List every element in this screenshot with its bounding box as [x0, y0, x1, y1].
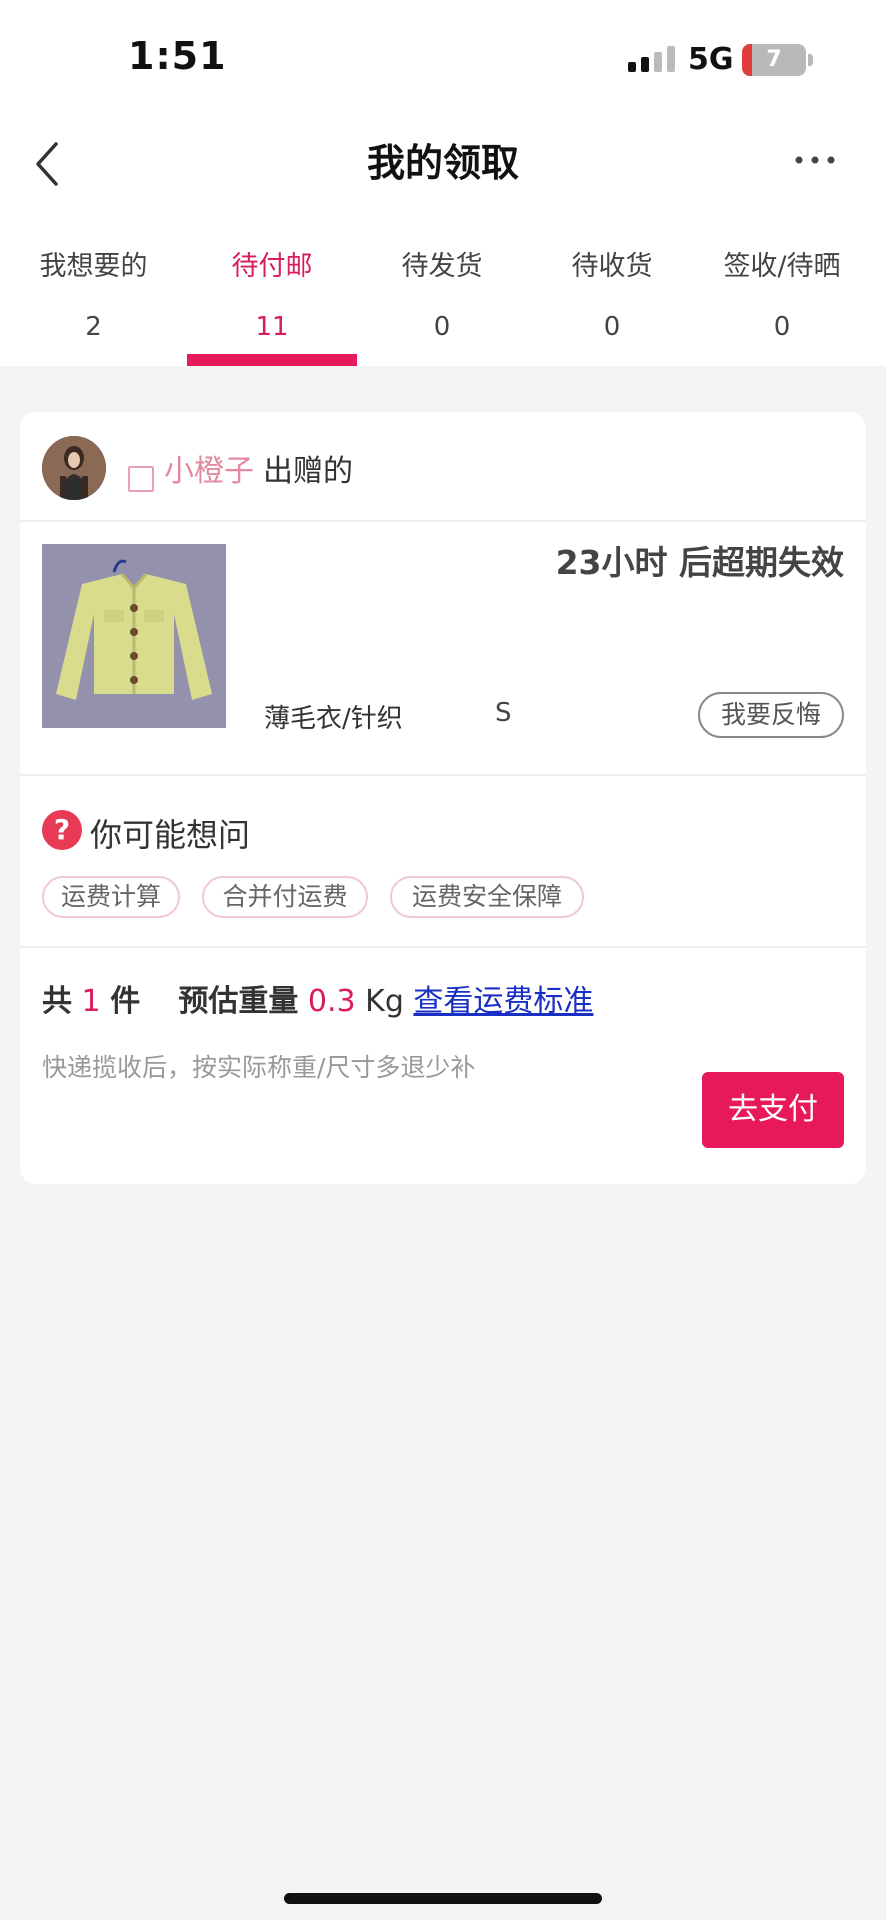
avatar-image: [42, 436, 106, 500]
app-screen: 1:51 5G 7 我的领取 我想要的 2 待付邮 11 待发货 0 待收货 0…: [0, 0, 886, 1920]
tab-label: 待收货: [571, 251, 653, 282]
help-icon: ?: [42, 810, 82, 850]
tab-received-review[interactable]: 签收/待晒 0: [697, 230, 867, 366]
tab-count: 11: [255, 312, 289, 342]
weight-unit: Kg: [365, 984, 404, 1019]
status-time: 1:51: [128, 34, 227, 78]
refund-note: 快递揽收后，按实际称重/尺寸多退少补: [42, 1053, 476, 1082]
total-suffix: 件: [110, 984, 141, 1019]
battery-icon: 7: [742, 44, 806, 76]
tab-label: 我想要的: [39, 251, 148, 282]
tab-count: 0: [603, 312, 621, 342]
shipping-fee-link[interactable]: 查看运费标准: [413, 984, 593, 1019]
network-label: 5G: [688, 42, 734, 77]
tab-pending-shipment[interactable]: 待发货 0: [357, 230, 527, 366]
faq-chip-shipping-guarantee[interactable]: 运费安全保障: [390, 876, 584, 918]
summary-line: 共 1 件 预估重量 0.3 Kg 查看运费标准: [42, 976, 593, 1020]
tab-count: 0: [433, 312, 451, 342]
giver-name[interactable]: 小橙子: [164, 446, 254, 490]
avatar[interactable]: [42, 436, 106, 500]
tab-label: 待发货: [401, 251, 483, 282]
item-thumbnail[interactable]: [42, 544, 226, 728]
home-indicator[interactable]: [284, 1893, 602, 1904]
active-tab-indicator: [187, 354, 357, 366]
faq-chip-combined-shipping[interactable]: 合并付运费: [202, 876, 368, 918]
card-header: 小橙子 出赠的: [20, 412, 866, 522]
tab-count: 2: [85, 312, 102, 342]
tab-count: 0: [773, 312, 791, 342]
regret-button[interactable]: 我要反悔: [698, 692, 844, 738]
tab-pending-receipt[interactable]: 待收货 0: [527, 230, 697, 366]
more-horizontal-icon[interactable]: [790, 140, 840, 180]
page-title: 我的领取: [366, 141, 519, 185]
faq-chip-shipping-calc[interactable]: 运费计算: [42, 876, 180, 918]
faq-title: 你可能想问: [90, 816, 251, 854]
signal-icon: [628, 46, 675, 72]
expire-countdown: 23小时 后超期失效: [555, 543, 844, 582]
weight-label: 预估重量: [178, 984, 299, 1019]
tab-label: 签收/待晒: [723, 251, 841, 282]
total-count: 1: [81, 984, 101, 1019]
tab-pending-postage[interactable]: 待付邮 11: [187, 230, 357, 366]
claim-card: 小橙子 出赠的 23小时 后超期失效 薄毛衣/针织 S 我要反悔 ? 你可能想问…: [20, 412, 866, 1184]
nav-bar: 我的领取: [0, 110, 886, 230]
faq-section: ? 你可能想问 运费计算 合并付运费 运费安全保障: [20, 776, 866, 948]
total-prefix: 共: [42, 984, 72, 1019]
tab-wanted[interactable]: 我想要的 2: [0, 230, 187, 366]
battery-level-text: 7: [766, 47, 782, 72]
item-size: S: [495, 698, 512, 728]
item-category: 薄毛衣/针织: [264, 704, 403, 734]
payment-summary: 共 1 件 预估重量 0.3 Kg 查看运费标准 快递揽收后，按实际称重/尺寸多…: [20, 948, 866, 1184]
item-row[interactable]: 23小时 后超期失效 薄毛衣/针织 S 我要反悔: [20, 522, 866, 776]
weight-value: 0.3: [307, 984, 356, 1019]
tab-label: 待付邮: [231, 251, 313, 282]
status-bar: 1:51 5G 7: [0, 0, 886, 110]
pay-button[interactable]: 去支付: [702, 1072, 844, 1148]
giver-suffix: 出赠的: [263, 454, 353, 489]
select-checkbox[interactable]: [128, 466, 154, 492]
battery-tip: [808, 54, 813, 66]
status-tabs: 我想要的 2 待付邮 11 待发货 0 待收货 0 签收/待晒 0: [0, 230, 886, 366]
